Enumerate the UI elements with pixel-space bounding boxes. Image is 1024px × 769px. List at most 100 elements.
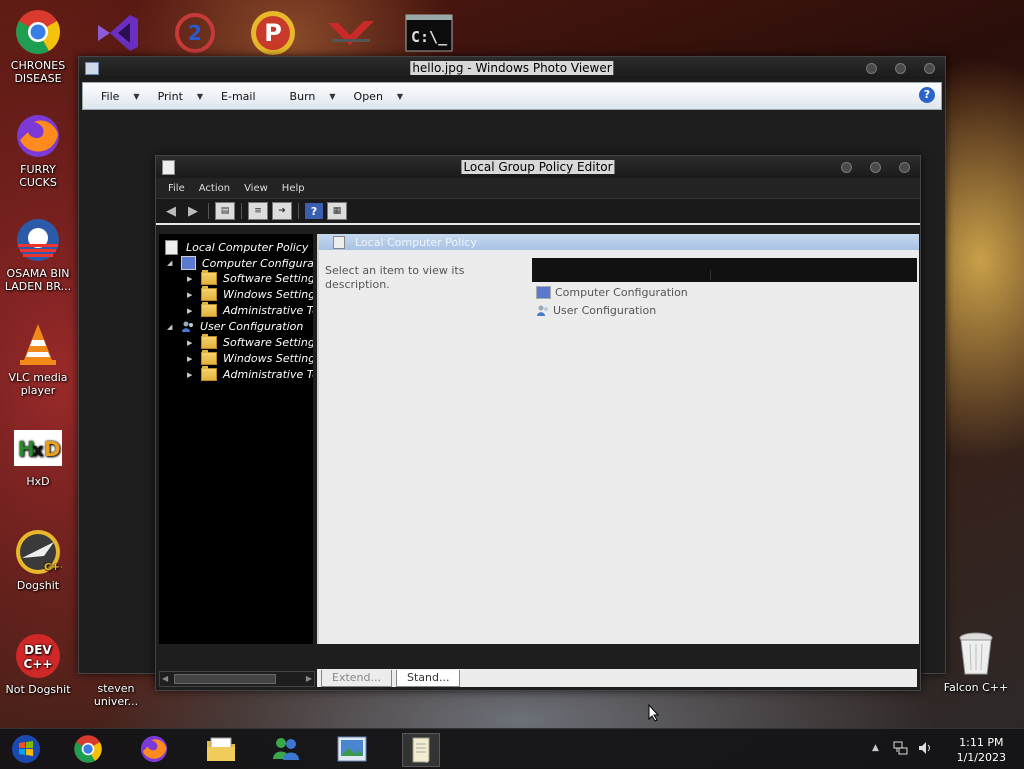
computer-icon <box>181 256 196 270</box>
scroll-left-icon[interactable]: ◀ <box>162 674 168 683</box>
expand-arrow-icon[interactable]: ▶ <box>187 307 195 315</box>
desktop-icon-label: HxD <box>26 475 50 488</box>
tree-item-windows-settings[interactable]: ▶ Windows Settings <box>187 286 313 301</box>
desktop-icon-obama[interactable]: OSAMA BIN LADEN BR... <box>0 216 76 293</box>
show-action-pane-icon[interactable]: ▦ <box>327 202 347 220</box>
back-arrow-icon[interactable]: ◀ <box>162 203 180 219</box>
desktop-icon-label: OSAMA BIN LADEN BR... <box>4 267 72 293</box>
scroll-right-icon[interactable]: ▶ <box>306 674 312 683</box>
list-item-user-configuration[interactable]: User Configuration <box>536 304 656 317</box>
policy-document-icon <box>165 240 178 255</box>
menu-view[interactable]: View <box>244 183 268 194</box>
menu-file[interactable]: File <box>168 183 185 194</box>
volume-icon[interactable] <box>917 740 933 759</box>
clock[interactable]: 1:11 PM 1/1/2023 <box>957 735 1006 765</box>
tree-item-administrative-templates[interactable]: ▶ Administrative Templates <box>187 366 313 381</box>
desktop-icon-label: Not Dogshit <box>5 683 71 696</box>
falcon-ide-icon: C++ <box>14 528 62 576</box>
properties-icon[interactable]: ≡ <box>248 202 268 220</box>
tree-horizontal-scrollbar[interactable]: ◀ ▶ <box>159 671 315 687</box>
clock-time: 1:11 PM <box>959 736 1004 749</box>
help-icon[interactable]: ? <box>919 87 935 103</box>
taskbar-firefox-icon[interactable] <box>136 733 172 765</box>
firefox-icon <box>14 112 62 160</box>
group-policy-editor-window[interactable]: Local Group Policy Editor File Action Vi… <box>155 155 921 691</box>
desktop-icon-hxd[interactable]: HxD HxD <box>0 424 76 488</box>
tree-item-software-settings[interactable]: ▶ Software Settings <box>187 270 313 285</box>
help-icon[interactable]: ? <box>305 203 323 219</box>
visual-studio-icon[interactable] <box>92 10 142 56</box>
gpe-title: Local Group Policy Editor <box>461 160 615 174</box>
desktop-icon-firefox[interactable]: FURRY CUCKS <box>0 112 76 189</box>
export-list-icon[interactable]: ➜ <box>272 202 292 220</box>
expand-arrow-icon[interactable]: ▶ <box>187 355 195 363</box>
minimize-button[interactable] <box>841 162 852 173</box>
photo-viewer-toolbar: File ▼ Print ▼ E-mail Burn ▼ Open ▼ ? <box>82 82 942 110</box>
tree-item-user-configuration[interactable]: ◢ User Configuration <box>167 320 303 333</box>
close-button[interactable] <box>899 162 910 173</box>
maximize-button[interactable] <box>895 63 906 74</box>
show-hide-tree-icon[interactable]: ▤ <box>215 202 235 220</box>
app-p-icon[interactable]: P <box>248 10 298 56</box>
desktop-icon-recycle-bin[interactable]: Falcon C++ <box>938 630 1014 694</box>
expand-arrow-icon[interactable]: ▶ <box>187 275 195 283</box>
photo-viewer-titlebar[interactable]: hello.jpg - Windows Photo Viewer <box>79 57 945 79</box>
photo-viewer-title: hello.jpg - Windows Photo Viewer <box>410 61 614 75</box>
taskbar-file-explorer-icon[interactable] <box>203 733 239 765</box>
start-button[interactable] <box>8 733 44 765</box>
content-title: Local Computer Policy <box>355 236 477 249</box>
app-2-icon[interactable]: 2 <box>170 10 220 56</box>
tree-item-administrative-templates[interactable]: ▶ Administrative Templates <box>187 302 313 317</box>
tab-standard[interactable]: Stand... <box>395 669 461 687</box>
command-prompt-icon[interactable]: C:\_ <box>404 10 454 56</box>
desktop-icon-label: CHRONES DISEASE <box>10 59 66 85</box>
pv-menu-file[interactable]: File ▼ <box>101 90 140 103</box>
collapse-arrow-icon[interactable]: ◢ <box>167 323 175 331</box>
content-pane: Local Computer Policy Select an item to … <box>317 234 919 644</box>
pv-menu-email[interactable]: E-mail <box>221 90 256 103</box>
taskbar-chrome-icon[interactable] <box>70 733 106 765</box>
forward-arrow-icon[interactable]: ▶ <box>184 203 202 219</box>
folder-icon <box>201 302 217 317</box>
dev-cpp-icon: DEV C++ <box>14 632 62 680</box>
list-column-header[interactable] <box>532 258 917 282</box>
collapse-arrow-icon[interactable]: ◢ <box>167 259 175 267</box>
tree-item-local-computer-policy[interactable]: Local Computer Policy <box>165 240 308 255</box>
gpe-titlebar[interactable]: Local Group Policy Editor <box>156 156 920 178</box>
minimize-button[interactable] <box>866 63 877 74</box>
show-hidden-icons-icon[interactable]: ▲ <box>872 743 879 753</box>
menu-action[interactable]: Action <box>199 183 230 194</box>
app-red-logo-icon[interactable] <box>326 10 376 56</box>
pv-menu-open[interactable]: Open ▼ <box>354 90 404 103</box>
expand-arrow-icon[interactable]: ▶ <box>187 371 195 379</box>
tree-item-software-settings[interactable]: ▶ Software Settings <box>187 334 313 349</box>
svg-text:C++: C++ <box>24 657 53 671</box>
desktop-icon-steven-universe[interactable]: steven univer... <box>78 682 154 708</box>
menu-help[interactable]: Help <box>282 183 305 194</box>
desktop-icon-not-dogshit[interactable]: DEV C++ Not Dogshit <box>0 632 76 696</box>
taskbar-group-policy-icon[interactable] <box>402 733 440 767</box>
tree-item-computer-configuration[interactable]: ◢ Computer Configuration <box>167 256 313 270</box>
desktop-icon-dogshit[interactable]: C++ Dogshit <box>0 528 76 592</box>
policy-document-icon <box>333 236 345 249</box>
close-button[interactable] <box>924 63 935 74</box>
recycle-bin-icon <box>952 630 1000 678</box>
pv-menu-burn[interactable]: Burn ▼ <box>290 90 336 103</box>
tree-item-windows-settings[interactable]: ▶ Windows Settings <box>187 350 313 365</box>
pv-menu-print[interactable]: Print ▼ <box>158 90 203 103</box>
scrollbar-thumb[interactable] <box>174 674 276 684</box>
desktop-icon-label: FURRY CUCKS <box>19 163 57 189</box>
svg-text:D: D <box>44 437 61 461</box>
desktop-icon-chrome[interactable]: CHRONES DISEASE <box>0 8 76 85</box>
maximize-button[interactable] <box>870 162 881 173</box>
list-item-computer-configuration[interactable]: Computer Configuration <box>536 286 688 299</box>
vlc-icon <box>14 320 62 368</box>
expand-arrow-icon[interactable]: ▶ <box>187 291 195 299</box>
desktop-icon-vlc[interactable]: VLC media player <box>0 320 76 397</box>
taskbar-photo-viewer-icon[interactable] <box>334 733 370 765</box>
taskbar-messenger-icon[interactable] <box>268 733 304 765</box>
tab-extended[interactable]: Extend... <box>321 669 392 687</box>
network-icon[interactable] <box>893 740 909 759</box>
expand-arrow-icon[interactable]: ▶ <box>187 339 195 347</box>
svg-text:x: x <box>32 440 44 461</box>
